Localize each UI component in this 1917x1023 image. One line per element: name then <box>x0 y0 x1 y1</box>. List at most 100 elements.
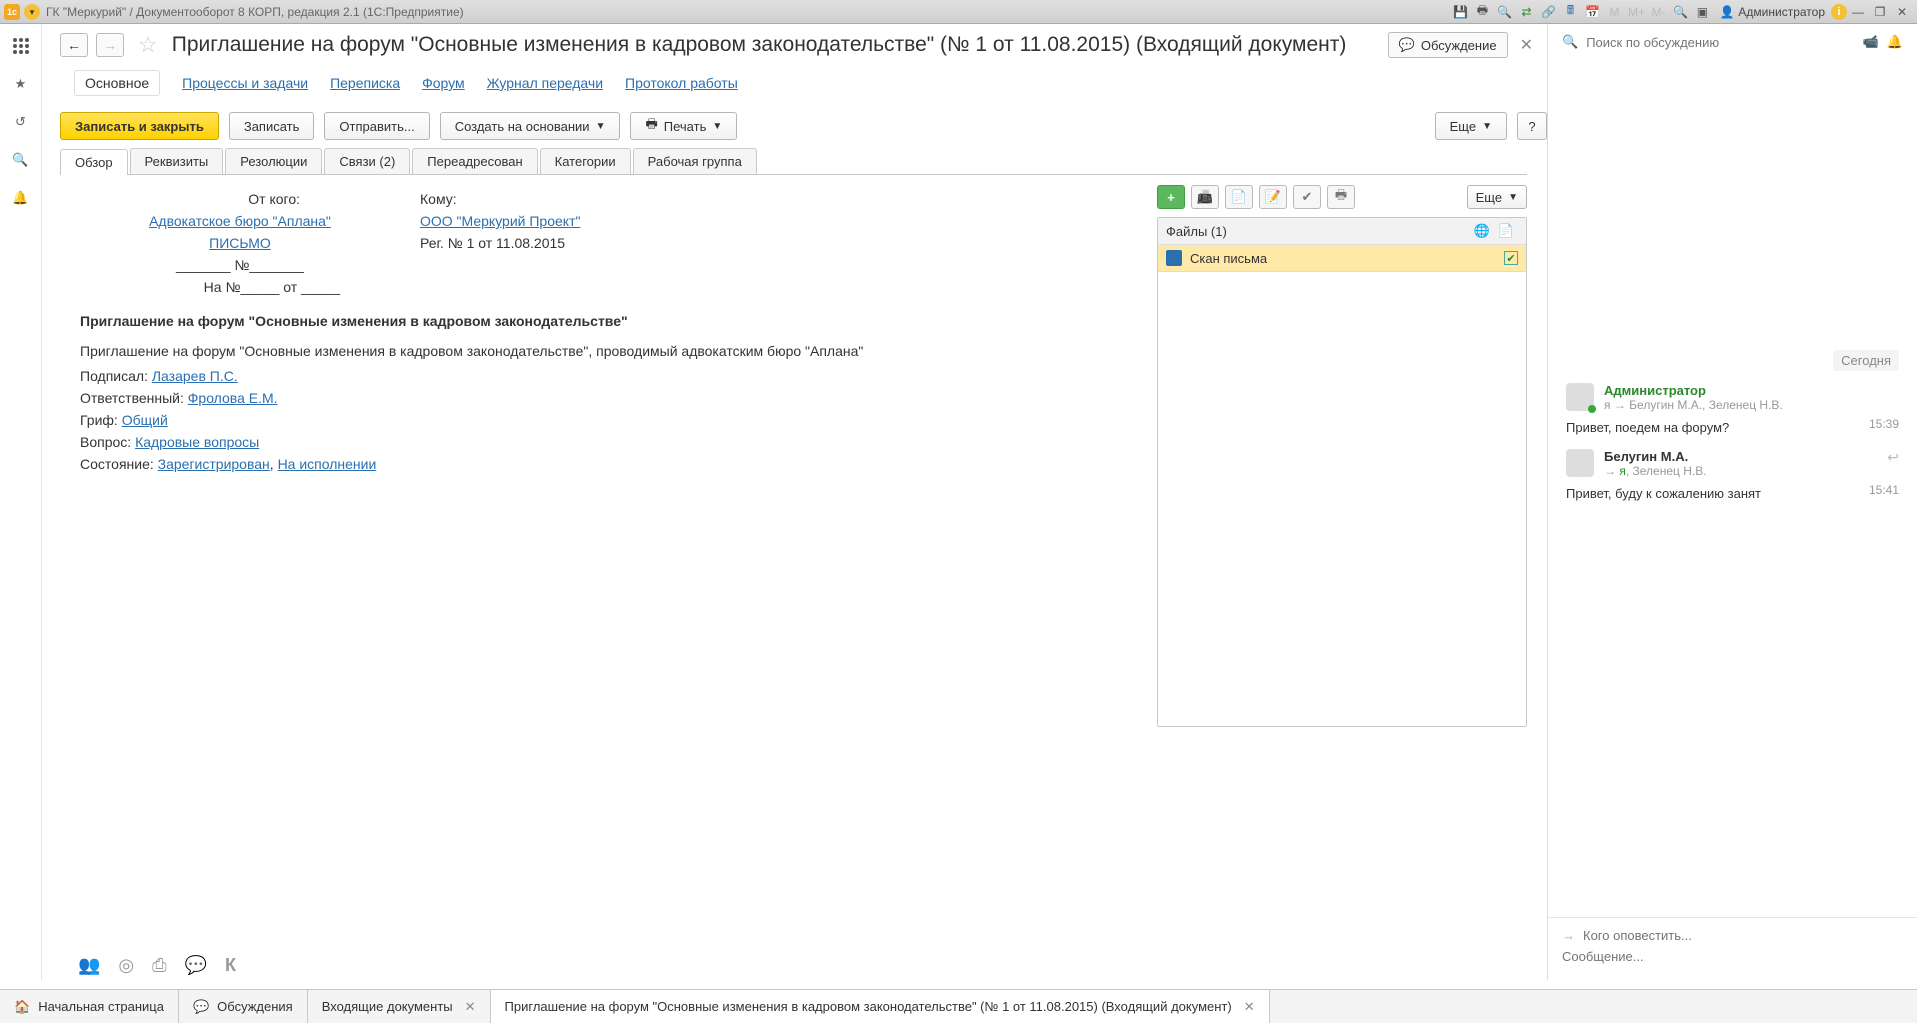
bottom-tab-home[interactable]: 🏠Начальная страница <box>0 990 179 1023</box>
from-link[interactable]: Адвокатское бюро "Аплана" <box>149 213 331 229</box>
print-label: Печать <box>664 119 707 134</box>
question-link[interactable]: Кадровые вопросы <box>135 434 259 450</box>
tab-body: От кого: Кому: Адвокатское бюро "Аплана"… <box>60 175 1527 949</box>
compare-icon[interactable]: ⇄ <box>1517 3 1535 21</box>
tab-props[interactable]: Реквизиты <box>130 148 224 174</box>
discussion-toggle-button[interactable]: 💬 Обсуждение <box>1388 32 1508 58</box>
add-file-icon[interactable]: + <box>1157 185 1185 209</box>
notify-input[interactable] <box>1583 928 1903 943</box>
favorite-star-icon[interactable]: ☆ <box>138 32 158 58</box>
people-icon[interactable]: 👥 <box>78 955 100 976</box>
tab-categories[interactable]: Категории <box>540 148 631 174</box>
send-button[interactable]: Отправить... <box>324 112 429 140</box>
tab-workgroup[interactable]: Рабочая группа <box>633 148 757 174</box>
current-user[interactable]: 👤Администратор <box>1719 5 1825 19</box>
reg-number: Рег. № 1 от 11.08.2015 <box>420 235 740 251</box>
save-icon[interactable]: 💾 <box>1451 3 1469 21</box>
section-correspondence[interactable]: Переписка <box>330 75 400 91</box>
tab-relations[interactable]: Связи (2) <box>324 148 410 174</box>
bottom-tab-current-label: Приглашение на форум "Основные изменения… <box>505 999 1232 1014</box>
m-icon[interactable]: M <box>1605 3 1623 21</box>
forward-button[interactable]: → <box>96 33 124 57</box>
view-file-icon[interactable]: 📄 <box>1225 185 1253 209</box>
create-based-button[interactable]: Создать на основании▼ <box>440 112 621 140</box>
grif-link[interactable]: Общий <box>122 412 168 428</box>
search-rail-icon[interactable]: 🔍 <box>11 150 31 170</box>
close-page-icon[interactable]: ✕ <box>1516 35 1537 55</box>
bottom-tab-current[interactable]: Приглашение на форум "Основные изменения… <box>491 990 1270 1023</box>
k-icon[interactable]: К <box>225 955 236 976</box>
m-plus-icon[interactable]: M+ <box>1627 3 1645 21</box>
chat-footer-icon[interactable]: 💬 <box>185 955 207 976</box>
restore-icon[interactable]: ❐ <box>1871 3 1889 21</box>
close-window-icon[interactable]: ✕ <box>1893 3 1911 21</box>
preview-icon[interactable]: 🔍 <box>1495 3 1513 21</box>
edit-file-icon[interactable]: 📝 <box>1259 185 1287 209</box>
bottom-tab-incoming[interactable]: Входящие документы✕ <box>308 990 491 1023</box>
responsible-label: Ответственный: <box>80 390 188 406</box>
minimize-icon[interactable]: — <box>1849 3 1867 21</box>
calculator-icon[interactable]: 🖩 <box>1561 3 1579 21</box>
info-icon[interactable]: i <box>1831 4 1847 20</box>
star-rail-icon[interactable]: ★ <box>11 74 31 94</box>
bottom-tab-discussions[interactable]: 💬Обсуждения <box>179 990 308 1023</box>
section-forum[interactable]: Форум <box>422 75 465 91</box>
files-panel: + 📠 📄 📝 ✔ 🖶 Еще▼ Файлы (1) 🌐 📄 <box>1157 185 1527 949</box>
close-tab-icon[interactable]: ✕ <box>1244 999 1255 1015</box>
doc-type-link[interactable]: ПИСЬМО <box>209 235 271 251</box>
notify-bell-icon[interactable]: 🔔 <box>1887 34 1903 50</box>
history-icon[interactable]: ↺ <box>11 112 31 132</box>
tab-forwarded[interactable]: Переадресован <box>412 148 537 174</box>
responsible-link[interactable]: Фролова Е.М. <box>188 390 278 406</box>
print-icon[interactable]: 🖶 <box>1473 3 1491 21</box>
message-1-time: 15:39 <box>1869 417 1899 431</box>
more-label: Еще <box>1450 119 1476 134</box>
scan-file-icon[interactable]: 📠 <box>1191 185 1219 209</box>
message-1: Администратор я → Белугин М.А., Зеленец … <box>1566 383 1899 435</box>
print-button[interactable]: 🖶Печать▼ <box>630 112 737 140</box>
files-header: Файлы (1) 🌐 📄 <box>1158 218 1526 245</box>
reply-arrow-icon[interactable]: ↩ <box>1887 449 1899 466</box>
section-main[interactable]: Основное <box>74 70 160 96</box>
m-minus-icon[interactable]: M- <box>1649 3 1667 21</box>
apps-icon[interactable] <box>11 36 31 56</box>
bottom-tab-home-label: Начальная страница <box>38 999 164 1014</box>
file-col-doc-icon[interactable]: 📄 <box>1494 223 1518 239</box>
to-link[interactable]: ООО "Меркурий Проект" <box>420 213 580 229</box>
bell-icon[interactable]: 🔔 <box>11 188 31 208</box>
link-icon[interactable]: 🔗 <box>1539 3 1557 21</box>
help-button[interactable]: ? <box>1517 112 1547 140</box>
state-link-1[interactable]: Зарегистрирован <box>158 456 270 472</box>
message-2-time: 15:41 <box>1869 483 1899 497</box>
file-row[interactable]: Скан письма ✔ <box>1158 245 1526 272</box>
zoom-icon[interactable]: 🔍 <box>1671 3 1689 21</box>
section-processes[interactable]: Процессы и задачи <box>182 75 308 91</box>
to-label: Кому: <box>420 191 740 207</box>
section-protocol[interactable]: Протокол работы <box>625 75 738 91</box>
video-call-icon[interactable]: 📹 <box>1863 34 1879 50</box>
discussion-search-input[interactable] <box>1586 35 1854 50</box>
section-journal[interactable]: Журнал передачи <box>487 75 603 91</box>
file-col-globe-icon[interactable]: 🌐 <box>1470 223 1494 239</box>
state-link-2[interactable]: На исполнении <box>278 456 377 472</box>
save-button[interactable]: Записать <box>229 112 315 140</box>
seal-icon[interactable]: ◎ <box>118 955 134 976</box>
message-input[interactable] <box>1562 949 1903 964</box>
finish-edit-icon[interactable]: ✔ <box>1293 185 1321 209</box>
question-label: Вопрос: <box>80 434 135 450</box>
page-title: Приглашение на форум "Основные изменения… <box>172 33 1380 57</box>
panel-icon[interactable]: ▣ <box>1693 3 1711 21</box>
files-more-button[interactable]: Еще▼ <box>1467 185 1527 209</box>
save-close-button[interactable]: Записать и закрыть <box>60 112 219 140</box>
close-tab-icon[interactable]: ✕ <box>465 999 476 1015</box>
tab-overview[interactable]: Обзор <box>60 149 128 175</box>
calendar-icon[interactable]: 📅 <box>1583 3 1601 21</box>
signed-link[interactable]: Лазарев П.С. <box>152 368 238 384</box>
app-menu-dropdown-icon[interactable]: ▾ <box>24 4 40 20</box>
print-file-icon[interactable]: 🖶 <box>1327 185 1355 209</box>
tree-icon[interactable]: ⎙ <box>152 955 166 976</box>
tab-resolutions[interactable]: Резолюции <box>225 148 322 174</box>
more-button[interactable]: Еще▼ <box>1435 112 1507 140</box>
back-button[interactable]: ← <box>60 33 88 57</box>
arrow-right-icon: → <box>1562 928 1575 943</box>
